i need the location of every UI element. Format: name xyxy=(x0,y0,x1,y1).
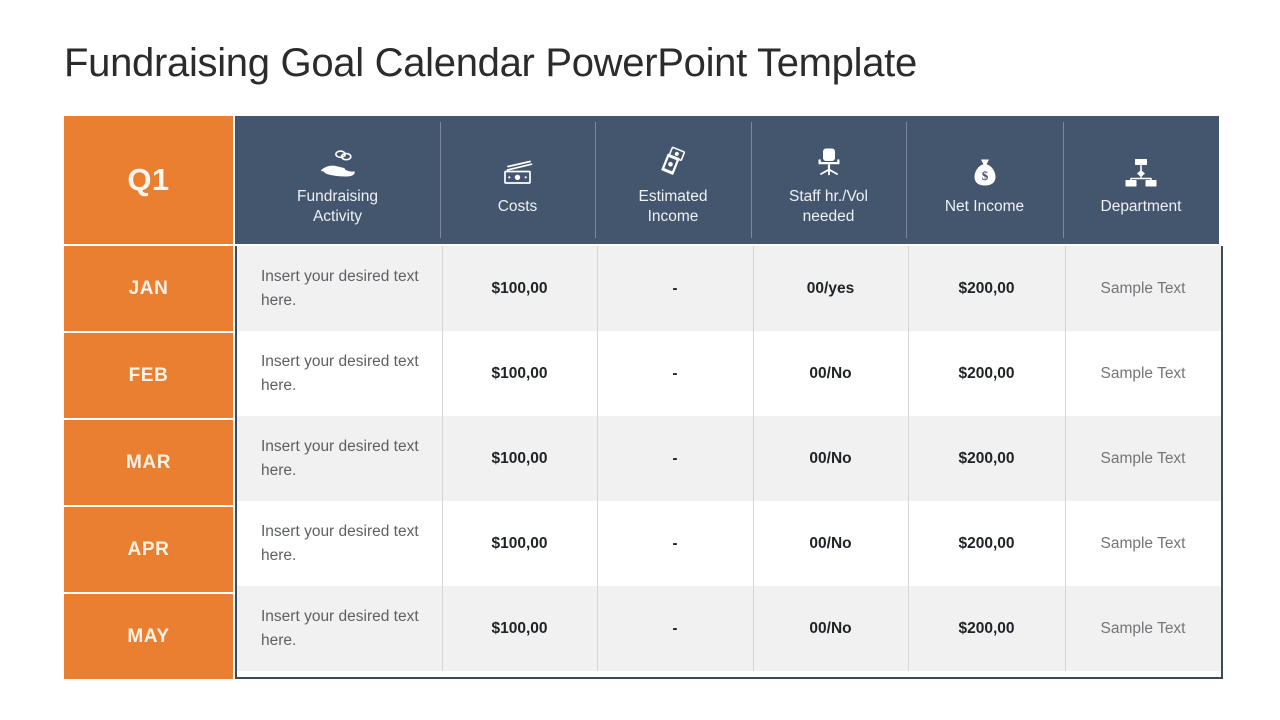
cell-activity[interactable]: Insert your desired text here. xyxy=(237,501,442,586)
column-header-label: Costs xyxy=(498,197,538,217)
cell-staff-vol[interactable]: 00/No xyxy=(753,586,908,671)
label-line-1: Estimated xyxy=(638,187,708,205)
label-line-1: Staff hr./Vol xyxy=(789,187,868,205)
month-cell-feb[interactable]: FEB xyxy=(64,333,233,418)
cell-department[interactable]: Sample Text xyxy=(1065,246,1221,331)
fundraising-goal-table: Q1 Fundraising Activity Costs Estimated … xyxy=(64,116,1223,679)
cell-estimated-income[interactable]: - xyxy=(597,331,753,416)
table-row[interactable]: Insert your desired text here. $100,00 -… xyxy=(237,246,1221,331)
cell-staff-vol[interactable]: 00/No xyxy=(753,331,908,416)
cell-activity[interactable]: Insert your desired text here. xyxy=(237,586,442,671)
month-cell-may[interactable]: MAY xyxy=(64,594,233,679)
money-bag-icon: $ xyxy=(970,148,1000,188)
header-columns-band: Fundraising Activity Costs Estimated Inc… xyxy=(235,116,1219,244)
cell-staff-vol[interactable]: 00/No xyxy=(753,416,908,501)
cell-staff-vol[interactable]: 00/yes xyxy=(753,246,908,331)
label-line-2: Activity xyxy=(312,207,363,225)
hand-holding-money-icon xyxy=(320,138,356,178)
cell-costs[interactable]: $100,00 xyxy=(442,416,597,501)
column-header-label: Department xyxy=(1101,197,1182,217)
cell-net-income[interactable]: $200,00 xyxy=(908,331,1065,416)
tilted-bills-icon xyxy=(656,138,690,178)
cell-department[interactable]: Sample Text xyxy=(1065,331,1221,416)
cell-costs[interactable]: $100,00 xyxy=(442,586,597,671)
month-label: APR xyxy=(127,538,170,560)
table-body: JAN FEB MAR APR MAY Insert your desired … xyxy=(64,246,1223,679)
label-line-2: Income xyxy=(647,207,699,225)
cell-estimated-income[interactable]: - xyxy=(597,416,753,501)
month-label: MAR xyxy=(125,451,172,473)
label-line-1: Net Income xyxy=(944,197,1025,215)
column-header-staff-vol-needed[interactable]: Staff hr./Vol needed xyxy=(751,116,906,244)
table-row[interactable]: Insert your desired text here. $100,00 -… xyxy=(237,331,1221,416)
cell-net-income[interactable]: $200,00 xyxy=(908,416,1065,501)
month-label: JAN xyxy=(128,277,169,299)
data-grid: Insert your desired text here. $100,00 -… xyxy=(235,246,1223,679)
cell-activity[interactable]: Insert your desired text here. xyxy=(237,246,442,331)
cell-costs[interactable]: $100,00 xyxy=(442,331,597,416)
table-row[interactable]: Insert your desired text here. $100,00 -… xyxy=(237,501,1221,586)
cell-department[interactable]: Sample Text xyxy=(1065,416,1221,501)
table-header-row: Q1 Fundraising Activity Costs Estimated … xyxy=(64,116,1219,244)
label-line-1: Costs xyxy=(497,197,538,215)
column-header-label: Estimated Income xyxy=(639,187,708,227)
cell-staff-vol[interactable]: 00/No xyxy=(753,501,908,586)
month-label: FEB xyxy=(128,364,169,386)
column-header-label: Fundraising Activity xyxy=(297,187,378,227)
slide-canvas: Fundraising Goal Calendar PowerPoint Tem… xyxy=(0,0,1280,720)
cell-department[interactable]: Sample Text xyxy=(1065,586,1221,671)
cell-net-income[interactable]: $200,00 xyxy=(908,586,1065,671)
cell-costs[interactable]: $100,00 xyxy=(442,246,597,331)
table-row[interactable]: Insert your desired text here. $100,00 -… xyxy=(237,416,1221,501)
quarter-label-cell: Q1 xyxy=(64,116,233,244)
cell-net-income[interactable]: $200,00 xyxy=(908,501,1065,586)
cell-activity[interactable]: Insert your desired text here. xyxy=(237,331,442,416)
table-row[interactable]: Insert your desired text here. $100,00 -… xyxy=(237,586,1221,671)
org-chart-icon xyxy=(1124,148,1158,188)
month-cell-apr[interactable]: APR xyxy=(64,507,233,592)
month-cell-jan[interactable]: JAN xyxy=(64,246,233,331)
month-cell-mar[interactable]: MAR xyxy=(64,420,233,505)
cell-estimated-income[interactable]: - xyxy=(597,246,753,331)
label-line-2: needed xyxy=(802,207,855,225)
page-title: Fundraising Goal Calendar PowerPoint Tem… xyxy=(64,41,917,85)
column-header-label: Staff hr./Vol needed xyxy=(789,187,868,227)
column-header-department[interactable]: Department xyxy=(1063,116,1219,244)
column-header-net-income[interactable]: $ Net Income xyxy=(906,116,1063,244)
month-label-column: JAN FEB MAR APR MAY xyxy=(64,246,233,679)
month-label: MAY xyxy=(127,625,170,647)
cell-net-income[interactable]: $200,00 xyxy=(908,246,1065,331)
column-header-costs[interactable]: Costs xyxy=(440,116,595,244)
quarter-label: Q1 xyxy=(127,162,170,197)
cell-department[interactable]: Sample Text xyxy=(1065,501,1221,586)
column-header-estimated-income[interactable]: Estimated Income xyxy=(595,116,751,244)
label-line-1: Fundraising xyxy=(297,187,378,205)
cell-estimated-income[interactable]: - xyxy=(597,501,753,586)
column-header-label: Net Income xyxy=(945,197,1024,217)
banknotes-icon xyxy=(500,148,536,188)
label-line-1: Department xyxy=(1100,197,1182,215)
cell-costs[interactable]: $100,00 xyxy=(442,501,597,586)
svg-text:$: $ xyxy=(981,168,988,183)
cell-estimated-income[interactable]: - xyxy=(597,586,753,671)
column-header-fundraising-activity[interactable]: Fundraising Activity xyxy=(235,116,440,244)
office-chair-icon xyxy=(813,138,845,178)
cell-activity[interactable]: Insert your desired text here. xyxy=(237,416,442,501)
